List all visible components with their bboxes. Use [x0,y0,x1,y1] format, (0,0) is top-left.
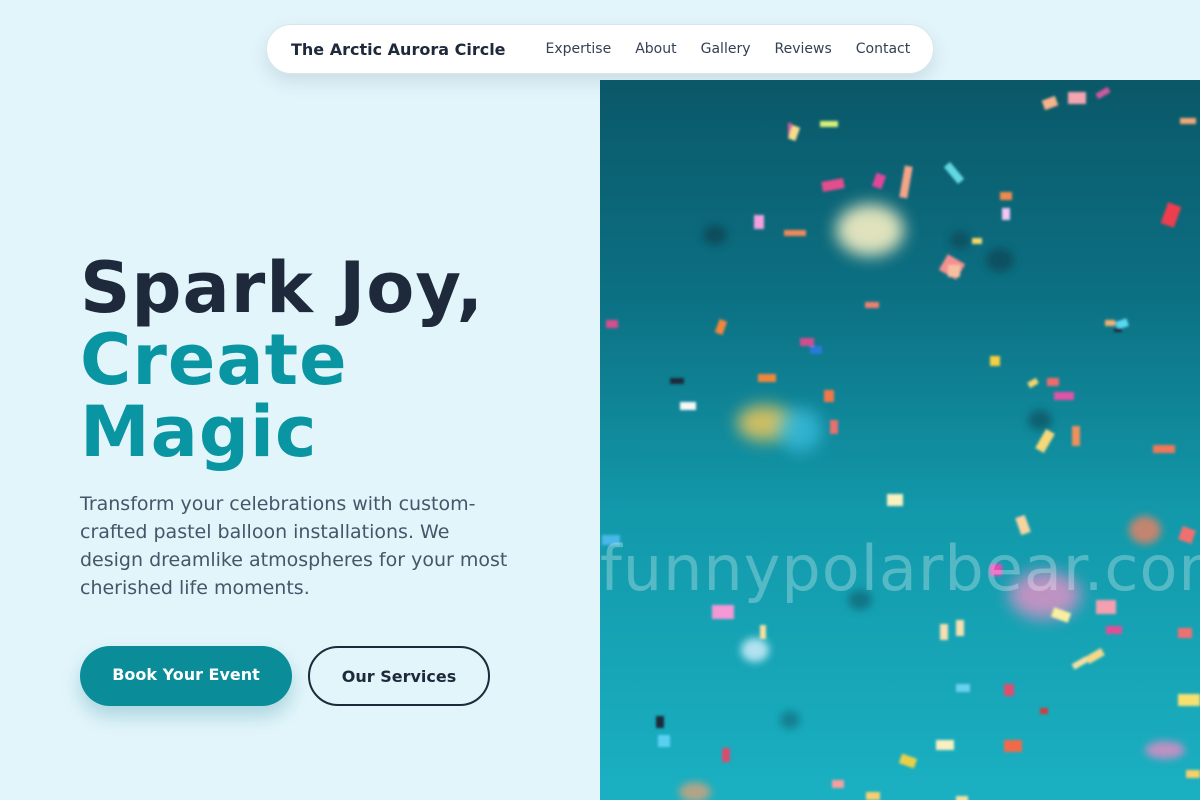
hero-section: Spark Joy, Create Magic Transform your c… [80,252,540,602]
headline-line-1: Spark Joy, [80,247,485,329]
confetti-illustration [602,86,1200,800]
top-navigation: The Arctic Aurora Circle Expertise About… [266,24,934,74]
landing-page: The Arctic Aurora Circle Expertise About… [0,0,1200,800]
nav-link-reviews[interactable]: Reviews [775,41,832,57]
nav-links: Expertise About Gallery Reviews Contact [546,41,911,57]
nav-link-gallery[interactable]: Gallery [701,41,751,57]
brand-logo[interactable]: The Arctic Aurora Circle [291,40,506,59]
headline-line-3: Magic [80,391,318,473]
hero-actions: Book Your Event Our Services [80,646,490,706]
headline-line-2: Create [80,319,348,401]
nav-link-about[interactable]: About [635,41,676,57]
hero-headline: Spark Joy, Create Magic [80,252,540,468]
our-services-button[interactable]: Our Services [308,646,490,706]
nav-link-expertise[interactable]: Expertise [546,41,612,57]
hero-image-confetti: funnypolarbear.com [600,80,1200,800]
nav-link-contact[interactable]: Contact [856,41,910,57]
image-watermark: funnypolarbear.com [600,532,1200,605]
hero-description: Transform your celebrations with custom-… [80,493,508,599]
book-event-button[interactable]: Book Your Event [80,646,292,706]
